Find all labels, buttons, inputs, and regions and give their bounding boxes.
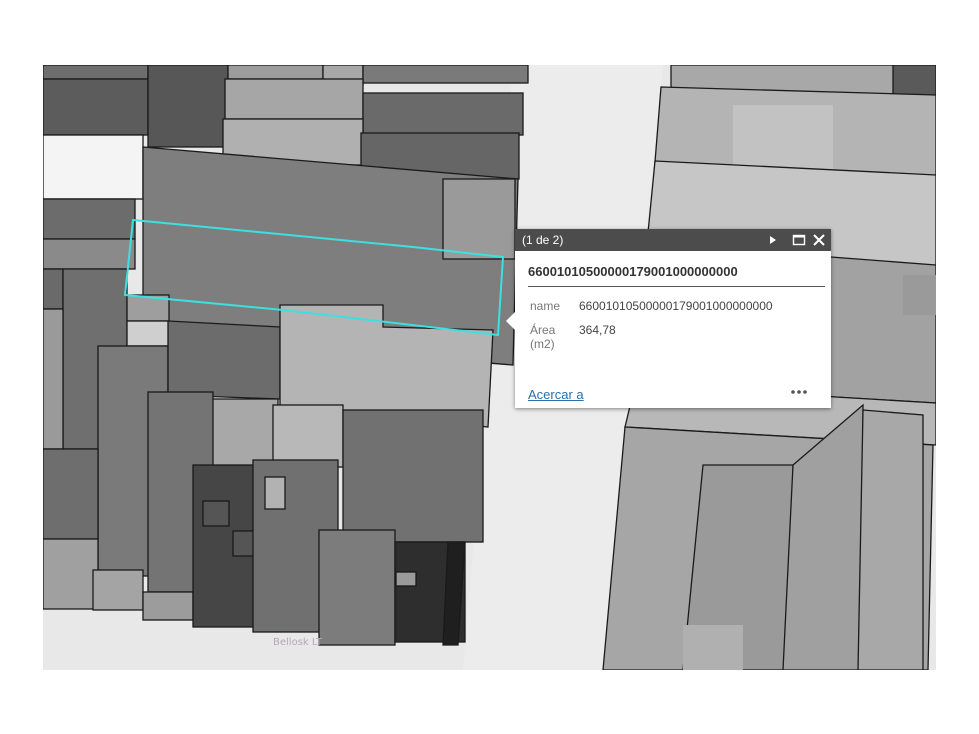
attribute-label: Área (m2) bbox=[530, 323, 556, 351]
more-actions-button[interactable] bbox=[788, 385, 810, 399]
feature-popup: (1 de 2) 66001010500000179001000000000 n… bbox=[506, 229, 831, 408]
popup-title: 66001010500000179001000000000 bbox=[528, 264, 738, 279]
maximize-icon bbox=[792, 234, 806, 246]
popup-header: (1 de 2) bbox=[515, 229, 831, 251]
zoom-to-link[interactable]: Acercar a bbox=[528, 387, 584, 402]
next-feature-button[interactable] bbox=[765, 232, 781, 248]
feature-count: (1 de 2) bbox=[522, 233, 564, 247]
attribute-value: 364,78 bbox=[579, 323, 616, 337]
attribute-value: 66001010500000179001000000000 bbox=[579, 299, 773, 313]
more-icon bbox=[791, 390, 807, 394]
close-button[interactable] bbox=[811, 232, 827, 248]
popup-divider bbox=[528, 286, 825, 287]
attribute-label: name bbox=[530, 299, 561, 313]
next-icon bbox=[770, 236, 776, 244]
popup-pointer bbox=[506, 312, 515, 330]
parcels-left bbox=[43, 65, 529, 646]
place-label: Bellosk LT bbox=[273, 637, 323, 648]
close-icon bbox=[813, 234, 825, 246]
maximize-button[interactable] bbox=[791, 232, 807, 248]
